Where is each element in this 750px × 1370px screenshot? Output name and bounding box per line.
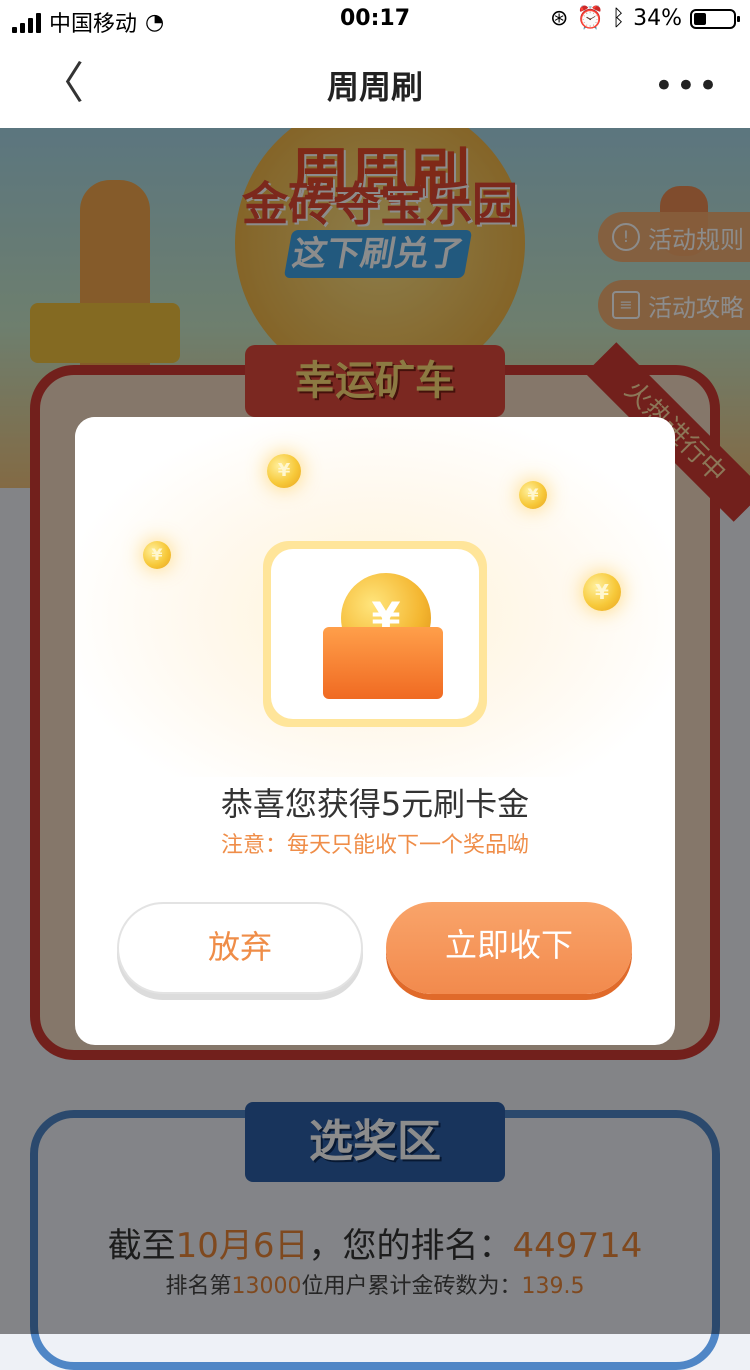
coin-icon: ¥: [267, 454, 301, 488]
battery-label: 34%: [633, 6, 682, 31]
reward-modal: ¥ ¥ ¥ ¥ ¥ 恭喜您获得5元刷卡金 注意：每天只能收下一个奖品呦 放弃 立…: [75, 417, 675, 1045]
lock-rotation-icon: ⊛: [550, 6, 569, 31]
status-bar: 中国移动 ◔ 00:17 ⊛ ⏰ ᛒ 34%: [0, 0, 750, 40]
more-icon[interactable]: •••: [654, 66, 720, 106]
gift-box-inner: ¥: [271, 549, 479, 719]
nav-bar: 〈 周周刷 •••: [0, 40, 750, 128]
give-up-button[interactable]: 放弃: [117, 902, 363, 994]
bluetooth-icon: ᛒ: [611, 6, 626, 31]
status-right: ⊛ ⏰ ᛒ 34%: [550, 6, 740, 31]
battery-icon: [690, 8, 740, 29]
coin-icon: ¥: [143, 541, 171, 569]
gift-box-icon: [323, 627, 443, 699]
page-title: 周周刷: [326, 68, 423, 106]
coin-icon: ¥: [583, 573, 621, 611]
coin-icon: ¥: [519, 481, 547, 509]
accept-button[interactable]: 立即收下: [386, 902, 632, 994]
reward-title: 恭喜您获得5元刷卡金: [220, 785, 530, 823]
reward-note: 注意：每天只能收下一个奖品呦: [220, 833, 529, 858]
alarm-icon: ⏰: [576, 6, 604, 31]
gift-box-frame: ¥: [263, 541, 487, 727]
